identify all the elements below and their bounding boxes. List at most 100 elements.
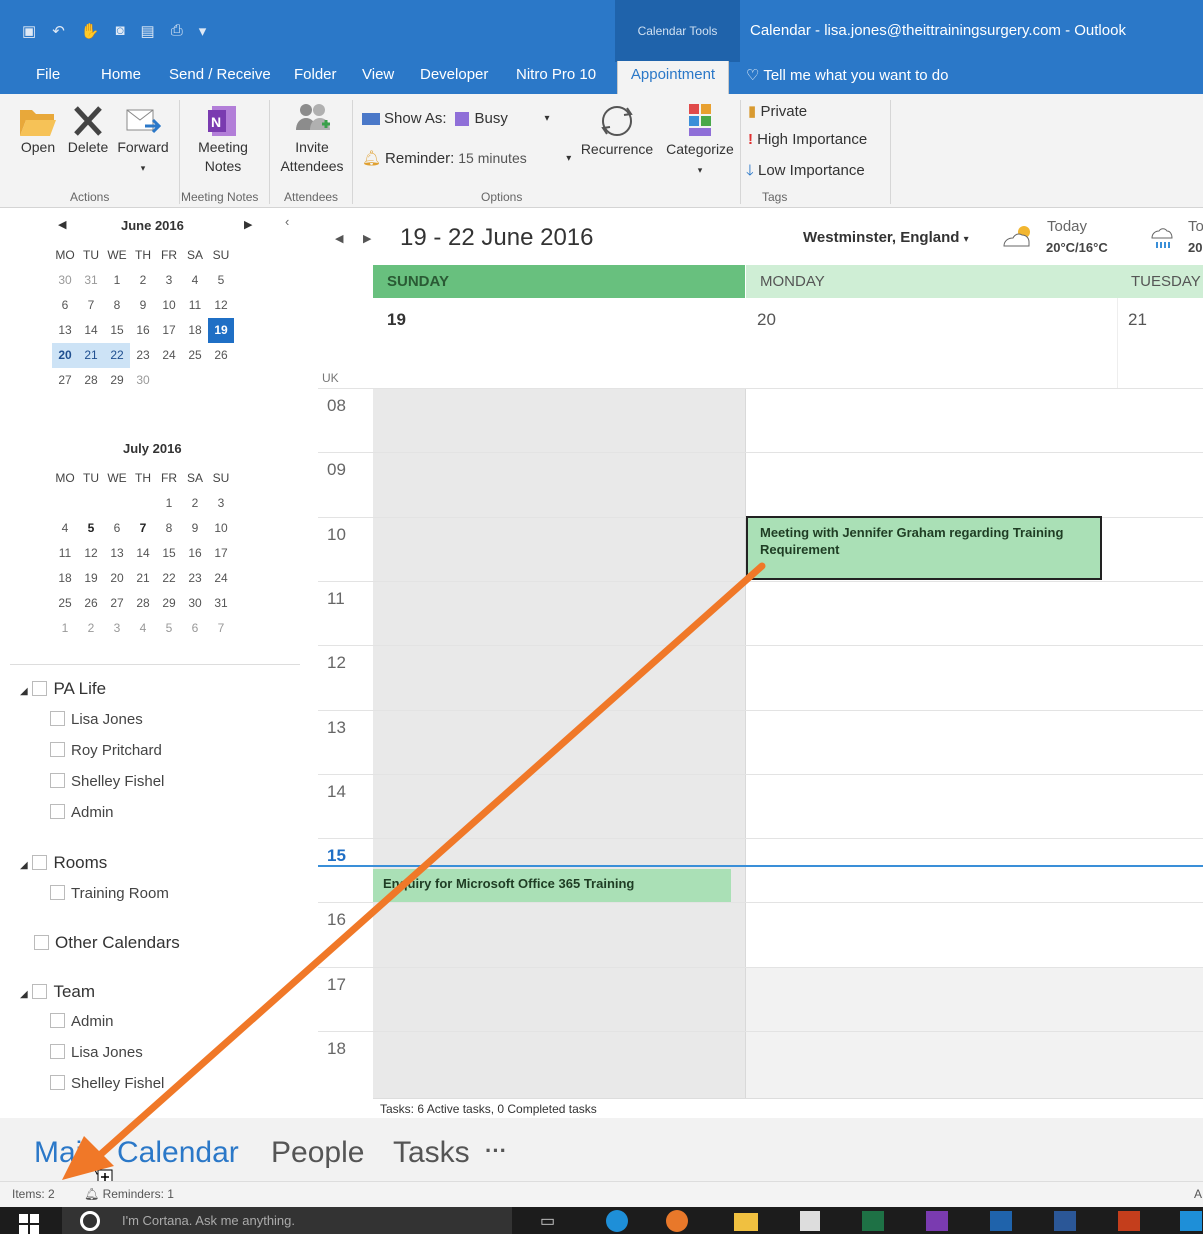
checkbox[interactable] — [50, 773, 65, 788]
checkbox[interactable] — [50, 742, 65, 757]
mini-calendar-day[interactable]: 10 — [156, 293, 182, 318]
checkbox[interactable] — [34, 935, 49, 950]
checkbox[interactable] — [32, 681, 48, 696]
mini-calendar-day[interactable]: 8 — [104, 293, 130, 318]
mini-calendar-day[interactable]: 13 — [104, 541, 130, 566]
folder-pa-life[interactable]: ◢ PA Life — [20, 679, 106, 699]
tab-folder[interactable]: Folder — [294, 66, 337, 83]
mini-calendar-day[interactable]: 31 — [208, 591, 234, 616]
tab-nitro-pro[interactable]: Nitro Pro 10 — [516, 66, 596, 83]
tab-home[interactable]: Home — [101, 66, 141, 83]
cortana-search-box[interactable]: I'm Cortana. Ask me anything. — [62, 1207, 512, 1234]
mini-calendar-day[interactable]: 22 — [104, 343, 130, 368]
tab-view[interactable]: View — [362, 66, 394, 83]
checkbox[interactable] — [50, 1013, 65, 1028]
appointment-office-365-enquiry[interactable]: Enquiry for Microsoft Office 365 Trainin… — [373, 869, 731, 902]
calendar-item-shelley-fishel[interactable]: Shelley Fishel — [50, 773, 164, 790]
tab-appointment[interactable]: Appointment — [617, 61, 729, 95]
prev-month-arrow-icon[interactable]: ◀ — [58, 218, 66, 231]
mini-calendar-day[interactable]: 9 — [130, 293, 156, 318]
mini-calendar-day[interactable]: 13 — [52, 318, 78, 343]
mini-calendar-day[interactable]: 2 — [130, 268, 156, 293]
weather-location-dropdown[interactable]: Westminster, England ▾ — [803, 229, 969, 246]
monday-after-hours[interactable] — [746, 968, 1203, 1098]
mini-calendar-day[interactable]: 1 — [104, 268, 130, 293]
mini-calendar-day[interactable]: 9 — [182, 516, 208, 541]
mini-calendar-day[interactable]: 15 — [104, 318, 130, 343]
firefox-icon[interactable] — [666, 1210, 688, 1232]
mini-calendar-day[interactable]: 7 — [208, 616, 234, 641]
mini-calendar-day[interactable]: 16 — [130, 318, 156, 343]
file-explorer-icon[interactable] — [734, 1213, 758, 1231]
mini-calendar-day[interactable]: 16 — [182, 541, 208, 566]
reminder-icon[interactable]: ◙ — [115, 22, 124, 42]
mini-calendar-day[interactable]: 2 — [182, 491, 208, 516]
mini-calendar-day[interactable]: 24 — [156, 343, 182, 368]
mini-calendar-day[interactable]: 8 — [156, 516, 182, 541]
calendar-item-team-lisa-jones[interactable]: Lisa Jones — [50, 1044, 143, 1061]
tab-file[interactable]: File — [36, 66, 60, 83]
undo-icon[interactable]: ↶ — [52, 22, 65, 42]
outlook-icon[interactable] — [990, 1211, 1012, 1231]
customize-qat-icon[interactable]: ▾ — [199, 22, 207, 42]
show-as-control[interactable]: Show As: Busy ▾ — [362, 110, 550, 127]
prev-range-arrow-icon[interactable]: ◀ — [335, 232, 343, 245]
recurrence-button[interactable]: Recurrence — [578, 102, 656, 168]
tell-me-search[interactable]: ♡ Tell me what you want to do — [746, 66, 948, 84]
mini-calendar-day[interactable]: 20 — [52, 343, 78, 368]
mini-calendar-day[interactable]: 27 — [52, 368, 78, 393]
mini-calendar-day[interactable]: 2 — [78, 616, 104, 641]
mini-calendar-day[interactable]: 11 — [52, 541, 78, 566]
sunday-column[interactable] — [373, 388, 745, 1098]
task-view-icon[interactable]: ▭ — [540, 1211, 555, 1231]
private-button[interactable]: ▮ Private — [748, 102, 807, 120]
collapse-pane-icon[interactable]: ‹ — [285, 214, 289, 229]
mini-calendar-day[interactable]: 4 — [52, 516, 78, 541]
categorize-button[interactable]: Categorize ▾ — [662, 102, 738, 182]
mini-calendar-day[interactable]: 6 — [52, 293, 78, 318]
mini-calendar-day[interactable]: 11 — [182, 293, 208, 318]
mini-calendar-day[interactable]: 18 — [182, 318, 208, 343]
meeting-notes-button[interactable]: N Meeting Notes — [190, 104, 256, 184]
mini-calendar-day[interactable]: 5 — [208, 268, 234, 293]
mini-calendar-day[interactable]: 5 — [156, 616, 182, 641]
checkbox[interactable] — [50, 1044, 65, 1059]
mini-calendar-day[interactable]: 3 — [208, 491, 234, 516]
mini-calendar-day[interactable]: 23 — [130, 343, 156, 368]
folder-rooms[interactable]: ◢ Rooms — [20, 853, 107, 873]
edge-icon[interactable] — [606, 1210, 628, 1232]
folder-team[interactable]: ◢ Team — [20, 982, 95, 1002]
mini-calendar-day[interactable]: 5 — [78, 516, 104, 541]
mini-calendar-day[interactable]: 10 — [208, 516, 234, 541]
mini-calendar-day[interactable]: 18 — [52, 566, 78, 591]
touch-mode-icon[interactable]: ✋ — [81, 22, 100, 42]
july-mini-calendar[interactable]: MO TU WE TH FR SA SU 1 2 3 4 5 6 7 8 9 10 11 12 13 14 15 16 17 1… — [52, 466, 234, 641]
checkbox[interactable] — [50, 1075, 65, 1090]
mini-calendar-day[interactable]: 19 — [208, 318, 234, 343]
mini-calendar-day[interactable]: 21 — [130, 566, 156, 591]
mini-calendar-day[interactable]: 17 — [156, 318, 182, 343]
folder-other-calendars[interactable]: Other Calendars — [34, 933, 180, 953]
checkbox[interactable] — [32, 984, 48, 999]
day-header-monday[interactable]: MONDAY TUESDAY — [746, 265, 1203, 298]
mini-calendar-day[interactable]: 3 — [104, 616, 130, 641]
mini-calendar-day[interactable]: 29 — [156, 591, 182, 616]
calendar-item-team-shelley-fishel[interactable]: Shelley Fishel — [50, 1075, 164, 1092]
reminder-control[interactable]: 🔔︎ Reminder: 15 minutes ▾ — [362, 149, 571, 168]
mini-calendar-day[interactable]: 3 — [156, 268, 182, 293]
mini-calendar-day[interactable]: 24 — [208, 566, 234, 591]
mini-calendar-day[interactable]: 7 — [130, 516, 156, 541]
mini-calendar-day[interactable]: 22 — [156, 566, 182, 591]
high-importance-button[interactable]: ! High Importance — [748, 131, 867, 148]
mini-calendar-day[interactable]: 1 — [52, 616, 78, 641]
next-month-arrow-icon[interactable]: ▶ — [244, 218, 252, 231]
calendar-icon[interactable]: ▤ — [141, 22, 155, 42]
tab-send-receive[interactable]: Send / Receive — [169, 66, 271, 83]
mini-calendar-day[interactable]: 12 — [208, 293, 234, 318]
mini-calendar-day[interactable]: 29 — [104, 368, 130, 393]
mini-calendar-day[interactable]: 14 — [130, 541, 156, 566]
mini-calendar-day[interactable]: 17 — [208, 541, 234, 566]
calendar-item-lisa-jones[interactable]: Lisa Jones — [50, 711, 143, 728]
appointment-meeting-jennifer-graham[interactable]: Meeting with Jennifer Graham regarding T… — [746, 516, 1102, 580]
windows-start-icon[interactable] — [18, 1213, 40, 1235]
